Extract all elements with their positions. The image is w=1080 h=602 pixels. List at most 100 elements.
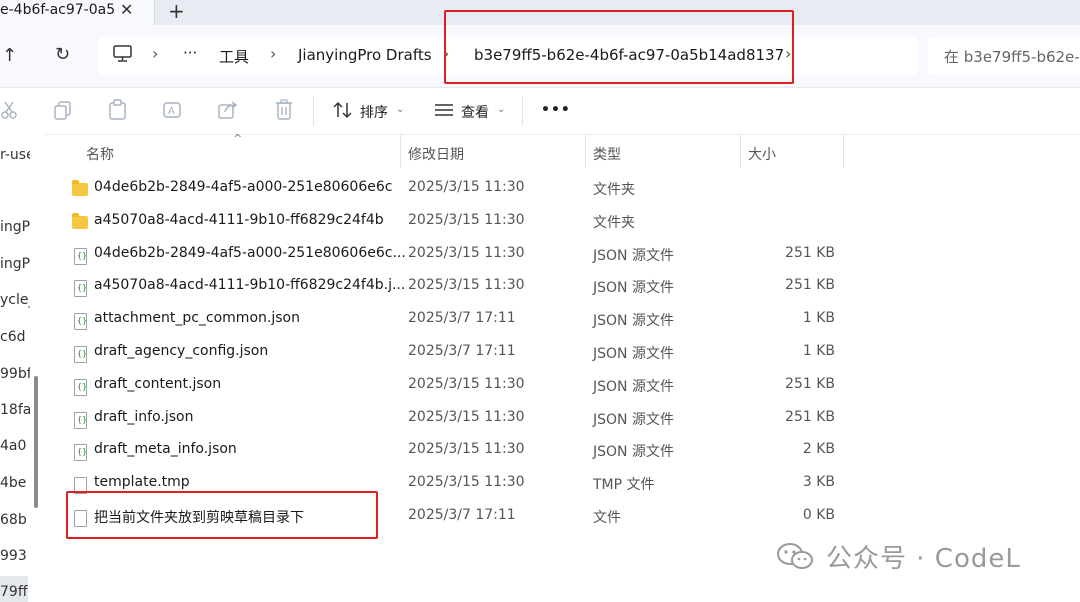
up-arrow-icon[interactable]: ↑ [2,45,17,66]
column-header-date[interactable]: 修改日期 [408,144,464,164]
column-divider[interactable] [585,134,586,168]
file-date: 2025/3/15 11:30 [408,277,525,294]
nav-item[interactable]: 993 [0,548,30,564]
file-name: 04de6b2b-2849-4af5-a000-251e80606e6c... [94,244,406,261]
file-type: JSON 源文件 [593,313,674,330]
file-date: 2025/3/15 11:30 [408,179,525,195]
file-type: JSON 源文件 [593,346,674,362]
chevron-down-icon: ⌄ [497,104,506,115]
more-options-button[interactable]: ••• [541,102,571,118]
json-file-icon: {} [74,378,87,396]
wechat-icon [777,543,813,569]
breadcrumb-item-tools[interactable]: 工具 [219,46,249,67]
file-name: draft_meta_info.json [94,441,237,458]
delete-icon[interactable] [274,99,294,121]
tab-active[interactable]: e-4b6f-ac97-0a5 ✕ [0,0,155,25]
nav-item[interactable]: 4be [0,475,30,491]
file-type: JSON 源文件 [593,247,674,264]
file-type: 文件 [593,510,621,526]
column-divider[interactable] [400,134,401,168]
json-file-icon: {} [74,313,87,331]
file-date: 2025/3/15 11:30 [408,408,525,425]
column-header-type[interactable]: 类型 [593,144,621,164]
nav-item[interactable]: 18fa [0,402,30,418]
file-size: 251 KB [785,244,835,261]
sort-button[interactable]: 排序 [360,102,388,122]
cut-icon[interactable] [0,100,18,120]
nav-item[interactable]: ingP [0,256,30,272]
file-date: 2025/3/7 17:11 [408,507,516,523]
file-name: template.tmp [94,474,190,491]
file-size: 251 KB [785,375,835,392]
paste-icon[interactable] [108,99,128,121]
chevron-right-icon: › [152,44,159,63]
nav-scrollbar[interactable] [34,376,38,508]
column-header-name[interactable]: 名称 [86,144,114,164]
copy-icon[interactable] [53,100,73,120]
close-icon[interactable]: ✕ [120,0,133,19]
chevron-down-icon: ⌄ [396,104,405,115]
view-button[interactable]: 查看 [461,102,489,122]
file-type: JSON 源文件 [593,280,674,297]
nav-item[interactable]: 79ff [0,584,30,600]
this-pc-icon[interactable] [113,45,133,63]
json-file-icon: {} [74,346,87,363]
folder-icon [72,180,88,196]
file-size: 251 KB [785,408,835,425]
file-size: 1 KB [802,343,835,359]
toolbar-divider [313,96,314,126]
json-file-icon: {} [74,411,87,429]
file-name: 04de6b2b-2849-4af5-a000-251e80606e6c [94,179,393,195]
file-size: 3 KB [802,474,835,491]
file-date: 2025/3/7 17:11 [408,310,516,327]
json-file-icon: {} [74,280,87,298]
refresh-icon[interactable]: ↻ [55,44,70,65]
view-icon [435,104,453,116]
nav-item[interactable]: 68b [0,512,30,528]
file-size: 0 KB [802,507,835,523]
file-type: 文件夹 [593,182,635,198]
breadcrumb-more[interactable]: ··· [183,44,197,62]
highlight-box-file [66,491,378,539]
nav-item[interactable]: ycle_ [0,292,30,308]
file-date: 2025/3/15 11:30 [408,441,525,458]
sort-icon [333,101,352,119]
nav-item[interactable]: c6d [0,329,30,345]
breadcrumb-item-drafts[interactable]: JianyingPro Drafts [298,46,432,64]
file-size: 2 KB [802,441,835,458]
nav-item[interactable]: 4a0 [0,438,30,454]
column-header-size[interactable]: 大小 [748,144,776,164]
file-type: 文件夹 [593,214,635,231]
file-date: 2025/3/15 11:30 [408,244,525,261]
file-date: 2025/3/15 11:30 [408,474,525,491]
nav-item[interactable]: r-use [0,147,30,163]
file-type: TMP 文件 [593,477,655,494]
column-divider[interactable] [740,134,741,168]
file-date: 2025/3/7 17:11 [408,343,516,359]
file-name: a45070a8-4acd-4111-9b10-ff6829c24f4b.j..… [94,277,406,294]
file-name: draft_info.json [94,408,194,425]
json-file-icon: {} [74,247,87,265]
json-file-icon: {} [74,444,87,462]
toolbar-divider [522,96,523,126]
nav-item[interactable]: ingP [0,219,30,235]
file-date: 2025/3/15 11:30 [408,211,525,228]
highlight-box-path [444,10,794,84]
file-size: 251 KB [785,277,835,294]
new-tab-button[interactable]: + [168,0,185,23]
file-name: attachment_pc_common.json [94,310,300,327]
file-type: JSON 源文件 [593,378,674,395]
share-icon[interactable] [217,100,239,120]
folder-icon [72,212,88,229]
file-name: a45070a8-4acd-4111-9b10-ff6829c24f4b [94,211,384,228]
chevron-right-icon: › [270,44,277,63]
column-divider[interactable] [843,134,844,168]
sort-ascending-icon: ^ [233,132,243,145]
file-date: 2025/3/15 11:30 [408,375,525,392]
rename-icon[interactable]: A [162,100,184,120]
file-size: 1 KB [802,310,835,327]
file-type: JSON 源文件 [593,444,674,461]
search-placeholder: 在 b3e79ff5-b62e-4 [944,48,1080,66]
svg-text:A: A [168,106,175,117]
nav-item[interactable]: 99bf [0,366,30,382]
